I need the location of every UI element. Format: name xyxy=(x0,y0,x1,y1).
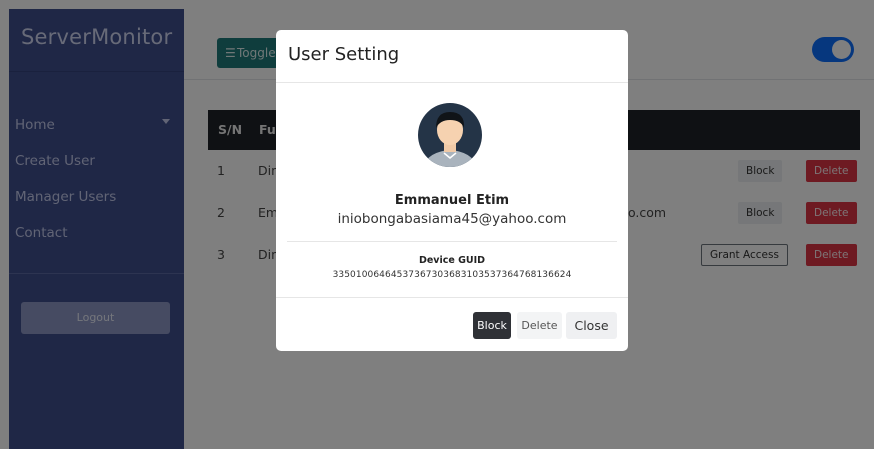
user-setting-modal: User Setting Emmanuel Etim iniobongabasi… xyxy=(276,30,628,351)
details-divider xyxy=(287,241,617,242)
device-guid-label: Device GUID xyxy=(418,255,486,266)
block-user-button[interactable]: Block xyxy=(473,312,511,339)
device-guid-value: 3350100646453736730368310353736476813662… xyxy=(332,270,572,280)
modal-title: User Setting xyxy=(288,44,400,65)
close-button[interactable]: Close xyxy=(566,312,617,339)
user-email: iniobongabasiama45@yahoo.com xyxy=(337,211,567,227)
modal-header-divider xyxy=(276,82,628,83)
user-avatar-icon xyxy=(418,103,482,167)
modal-footer-divider xyxy=(276,297,628,298)
user-name: Emmanuel Etim xyxy=(394,193,510,208)
delete-user-button[interactable]: Delete xyxy=(517,312,562,339)
